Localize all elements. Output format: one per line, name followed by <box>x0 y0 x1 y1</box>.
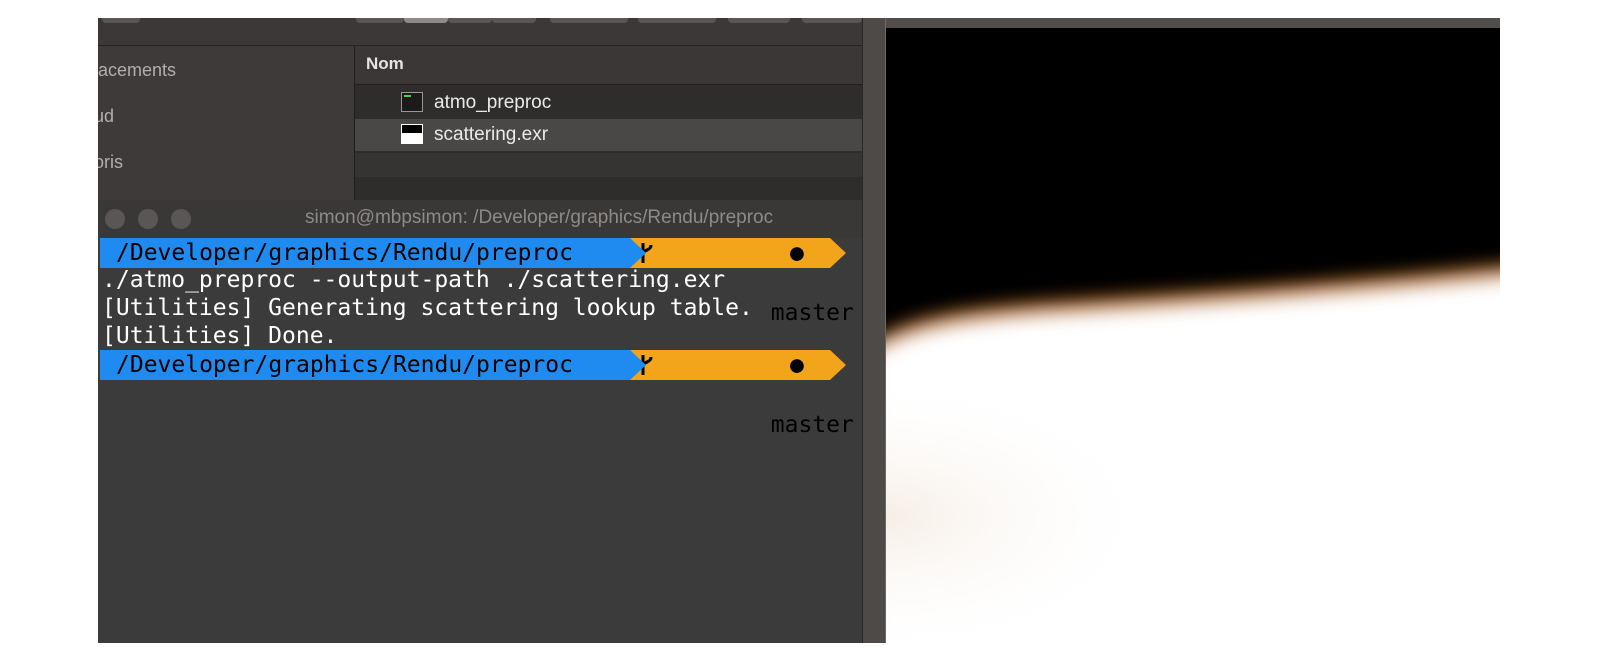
column-header-label: Nom <box>366 54 404 73</box>
shell-prompt: /Developer/graphics/Rendu/preproc master… <box>100 238 862 326</box>
scattering-preview-image <box>886 28 1500 643</box>
exr-image-icon <box>401 124 423 144</box>
prompt-branch-segment: master ● <box>630 238 854 326</box>
group-button[interactable] <box>550 18 628 23</box>
file-row-scattering-exr[interactable]: scattering.exr <box>355 119 862 151</box>
toolbar-button[interactable] <box>102 18 140 23</box>
view-icon-button[interactable] <box>356 18 404 23</box>
image-viewer-window <box>886 18 1500 643</box>
terminal-executable-icon <box>401 92 423 112</box>
terminal-output[interactable]: /Developer/graphics/Rendu/preproc master… <box>98 238 862 643</box>
terminal-window[interactable]: simon@mbpsimon: /Developer/graphics/Rend… <box>98 200 862 643</box>
tags-button[interactable] <box>802 18 862 23</box>
finder-toolbar <box>98 18 862 46</box>
finder-sidebar: lacements ud oris <box>98 46 355 200</box>
minimize-window-button[interactable] <box>138 209 158 229</box>
sidebar-item-icloud[interactable]: ud <box>98 106 114 127</box>
view-columns-button[interactable] <box>448 18 492 23</box>
sidebar-section-locations[interactable]: lacements <box>98 60 176 81</box>
terminal-line: ./atmo_preproc --output-path ./scatterin… <box>102 267 726 293</box>
sidebar-item-favoris[interactable]: oris <box>98 152 123 173</box>
view-list-button[interactable] <box>404 18 448 23</box>
terminal-line: [Utilities] Done. <box>102 323 338 349</box>
dirty-indicator: ● <box>790 240 804 266</box>
branch-name: master <box>770 412 854 438</box>
name-column-header[interactable]: Nom <box>355 46 862 85</box>
file-name: atmo_preproc <box>434 92 552 113</box>
finder-window: lacements ud oris Nom atmo_preproc scatt… <box>98 18 862 200</box>
prompt-path: /Developer/graphics/Rendu/preproc <box>100 350 646 380</box>
file-name: scattering.exr <box>434 124 549 145</box>
zoom-window-button[interactable] <box>171 209 191 229</box>
view-gallery-button[interactable] <box>492 18 536 23</box>
share-button[interactable] <box>728 18 790 23</box>
close-window-button[interactable] <box>105 209 125 229</box>
file-row-atmo-preproc[interactable]: atmo_preproc <box>355 87 862 119</box>
window-divider[interactable] <box>862 18 886 643</box>
file-list: Nom atmo_preproc scattering.exr <box>355 46 862 200</box>
shell-prompt: /Developer/graphics/Rendu/preproc master… <box>100 350 862 438</box>
branch-name: master <box>770 300 854 326</box>
action-button[interactable] <box>638 18 716 23</box>
prompt-branch-segment: master ● <box>630 350 854 438</box>
terminal-titlebar[interactable]: simon@mbpsimon: /Developer/graphics/Rend… <box>98 200 862 238</box>
file-row-empty <box>355 153 862 177</box>
dirty-indicator: ● <box>790 352 804 378</box>
prompt-path: /Developer/graphics/Rendu/preproc <box>100 238 646 268</box>
terminal-title: simon@mbpsimon: /Developer/graphics/Rend… <box>305 207 774 228</box>
terminal-line: [Utilities] Generating scattering lookup… <box>102 295 753 321</box>
